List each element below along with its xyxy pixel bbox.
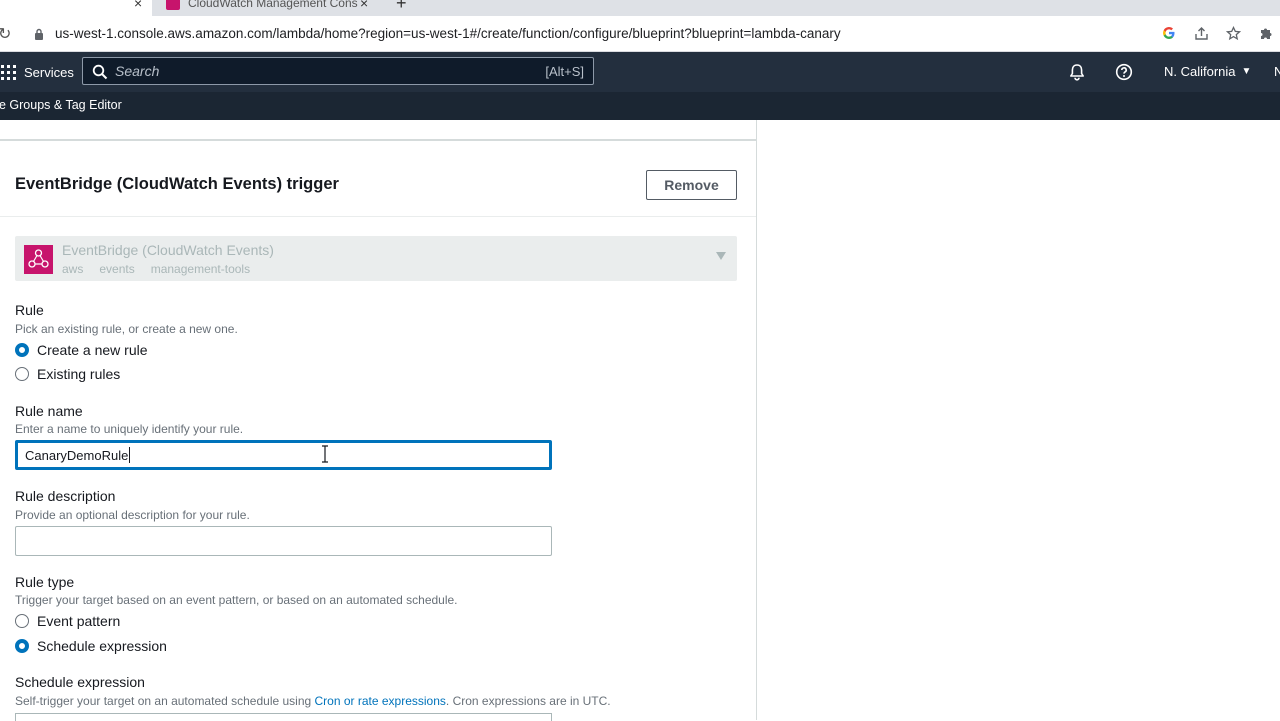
rule-description-input[interactable] [15,526,552,556]
search-placeholder: Search [115,63,160,79]
radio-label: Create a new rule [37,342,148,358]
rule-description-label: Rule description [15,488,116,504]
rule-name-input[interactable]: CanaryDemoRule [15,440,552,470]
panel-border [756,120,757,720]
bookmark-star-icon[interactable] [1224,24,1242,42]
main-content: EventBridge (CloudWatch Events) trigger … [0,120,1280,721]
browser-tab-active[interactable] [0,0,152,16]
extensions-icon[interactable] [1256,24,1274,42]
radio-event-pattern[interactable]: Event pattern [15,613,120,629]
service-tags: aws events management-tools [62,262,250,276]
rule-name-value: CanaryDemoRule [25,447,129,463]
google-icon[interactable] [1160,24,1178,42]
trigger-title: EventBridge (CloudWatch Events) trigger [15,175,339,193]
favorite-resource-groups-link[interactable]: e Groups & Tag Editor [0,98,122,112]
cloudwatch-favicon-icon [166,0,180,10]
caret-down-icon [716,252,726,260]
aws-top-navigation: Services Search [Alt+S] N. California ▼ … [0,52,1280,92]
rule-name-hint: Enter a name to uniquely identify your r… [15,422,244,436]
account-menu-fragment[interactable]: N [1274,64,1280,79]
rule-type-label: Rule type [15,574,75,590]
notifications-bell-icon[interactable] [1068,63,1086,81]
region-selector[interactable]: N. California ▼ [1164,64,1251,79]
hint-prefix: Self-trigger your target on an automated… [15,694,315,708]
reload-icon[interactable]: ↻ [0,24,11,44]
help-icon[interactable] [1115,63,1133,81]
eventbridge-icon [24,245,53,274]
rule-type-hint: Trigger your target based on an event pa… [15,593,458,607]
rule-label: Rule [15,302,44,318]
service-name: EventBridge (CloudWatch Events) [62,242,274,258]
radio-label: Schedule expression [37,638,167,654]
radio-label: Event pattern [37,613,121,629]
url-field[interactable]: us-west-1.console.aws.amazon.com/lambda/… [55,26,841,41]
radio-checked[interactable] [15,343,29,357]
divider [0,139,756,141]
text-caret [129,447,131,463]
radio-label: Existing rules [37,366,121,382]
text-cursor-icon [322,445,328,463]
cron-rate-expressions-link[interactable]: Cron or rate expressions [315,694,446,708]
radio-existing-rules[interactable]: Existing rules [15,366,120,382]
search-input[interactable]: Search [Alt+S] [82,57,594,85]
hint-suffix: . Cron expressions are in UTC. [445,694,611,708]
schedule-expression-hint: Self-trigger your target on an automated… [15,694,611,708]
close-tab-icon[interactable]: × [360,0,368,11]
radio-checked[interactable] [15,639,29,653]
divider [0,216,756,217]
rule-name-label: Rule name [15,403,83,419]
caret-down-icon: ▼ [1241,66,1252,77]
radio-schedule-expression[interactable]: Schedule expression [15,638,167,654]
rule-description-text: Pick an existing rule, or create a new o… [15,322,238,336]
close-tab-icon[interactable]: × [134,0,142,11]
share-icon[interactable] [1192,24,1210,42]
lock-icon[interactable] [34,28,44,40]
search-shortcut: [Alt+S] [545,64,584,79]
browser-tab-title: CloudWatch Management Console [188,0,358,10]
radio-create-new-rule[interactable]: Create a new rule [15,342,148,358]
services-menu-button[interactable]: Services [0,52,74,92]
schedule-expression-label: Schedule expression [15,674,145,690]
search-icon [92,64,108,80]
service-tag: events [99,262,135,276]
rule-description-hint: Provide an optional description for your… [15,508,250,522]
radio-unchecked[interactable] [15,367,29,381]
favorites-bar: e Groups & Tag Editor [0,92,1280,120]
services-label: Services [24,64,74,80]
radio-unchecked[interactable] [15,614,29,628]
browser-tab-cloudwatch[interactable]: CloudWatch Management Console × [160,0,382,16]
new-tab-button[interactable]: + [396,0,407,14]
trigger-service-select[interactable]: EventBridge (CloudWatch Events) aws even… [15,236,737,281]
browser-tab-strip: × CloudWatch Management Console × + [0,0,1280,16]
service-tag: management-tools [150,262,251,276]
remove-button[interactable]: Remove [646,170,737,200]
services-grid-icon [1,64,16,80]
region-label: N. California [1164,64,1236,79]
service-tag: aws [62,262,84,276]
address-bar: ↻ us-west-1.console.aws.amazon.com/lambd… [0,16,1280,52]
address-bar-actions [1160,24,1280,42]
